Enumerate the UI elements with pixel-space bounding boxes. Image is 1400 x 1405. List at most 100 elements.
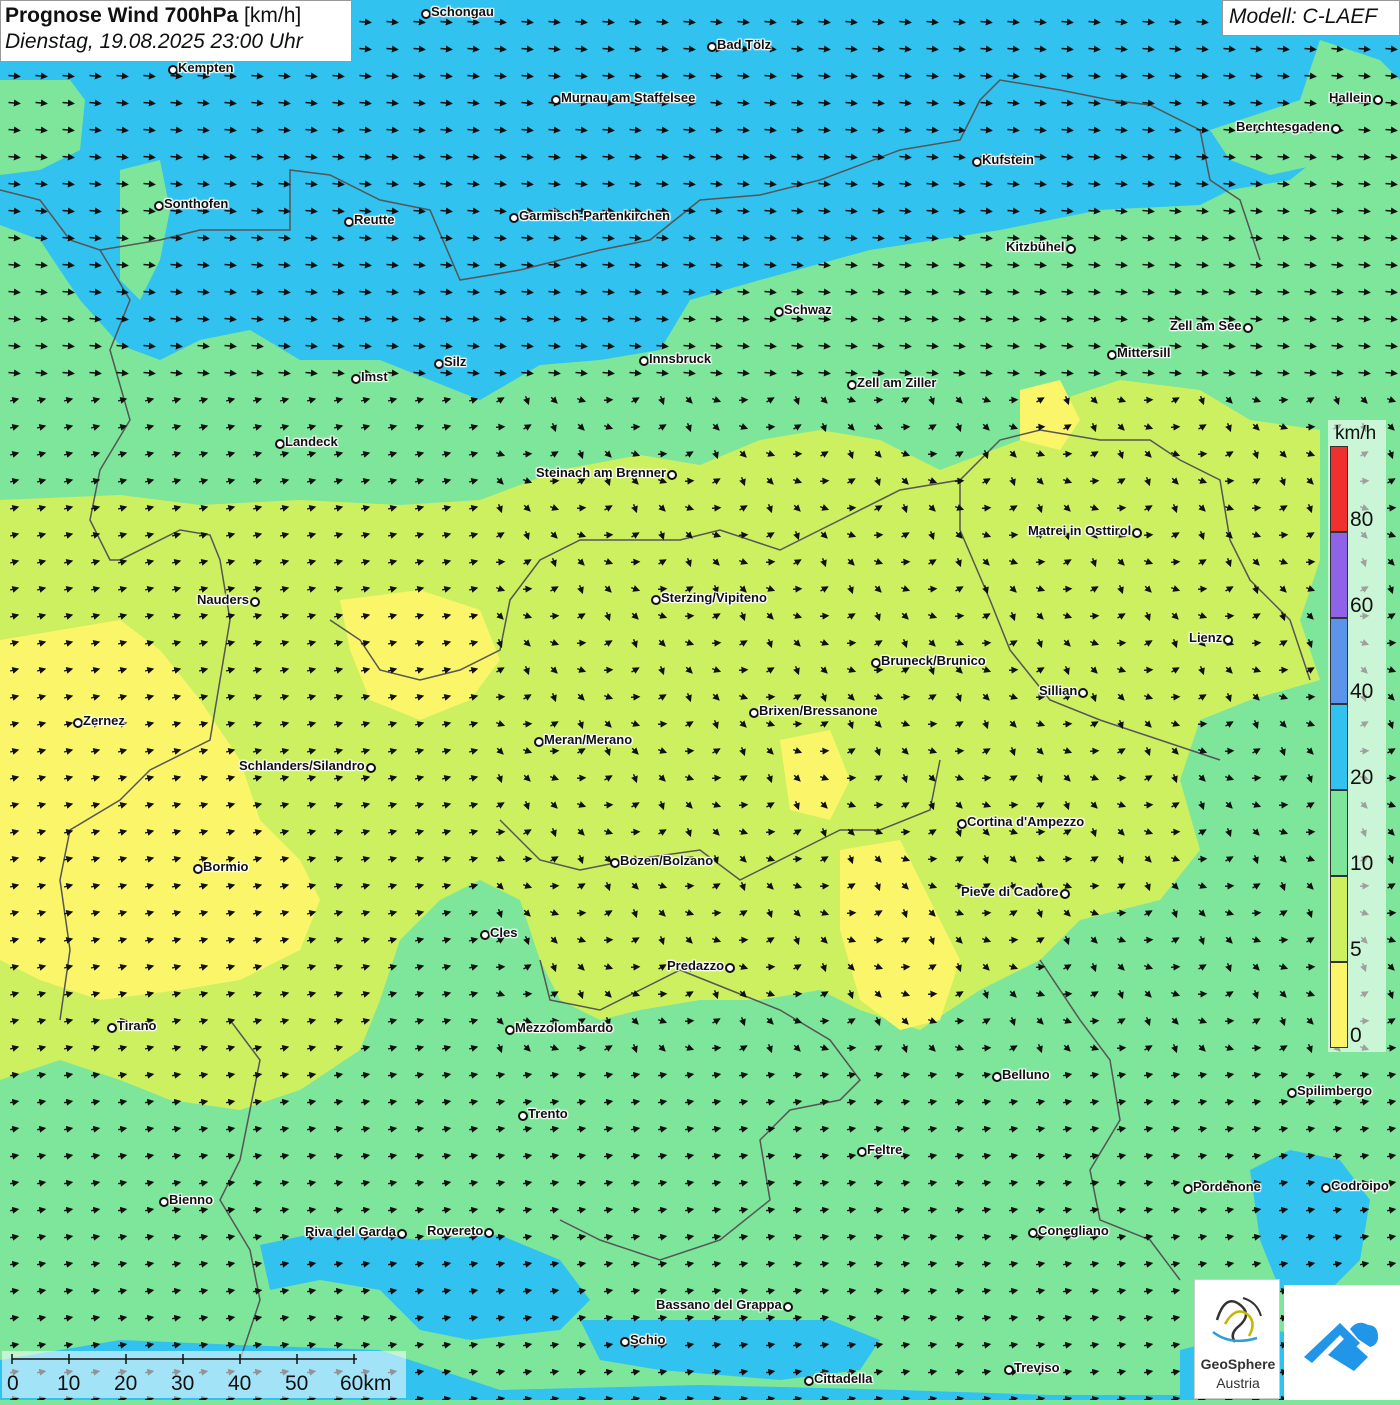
wind-arrow — [602, 342, 615, 350]
wind-arrow — [1142, 207, 1155, 215]
wind-arrow — [629, 369, 642, 377]
wind-arrow — [1061, 99, 1074, 107]
wind-arrow — [494, 72, 507, 80]
wind-arrow — [495, 693, 506, 701]
wind-arrow — [1169, 99, 1182, 107]
wind-arrow — [791, 99, 804, 107]
wind-arrow — [953, 261, 966, 269]
wind-arrow — [710, 234, 723, 242]
wind-arrow — [1115, 288, 1128, 296]
wind-arrow — [1035, 558, 1046, 566]
wind-arrow — [1223, 99, 1236, 107]
wind-arrow — [251, 207, 264, 215]
city-label: Reutte — [354, 212, 395, 227]
wind-arrow — [1115, 45, 1128, 53]
wind-arrow — [1358, 342, 1371, 350]
city-dot-icon — [1132, 528, 1142, 538]
city-label: Sonthofen — [164, 196, 229, 211]
wind-arrow — [710, 153, 723, 161]
wind-arrow — [1169, 288, 1182, 296]
legend-swatch — [1330, 876, 1348, 962]
wind-arrow — [1305, 693, 1316, 701]
wind-arrow — [332, 288, 345, 296]
wind-arrow — [494, 369, 507, 377]
wind-arrow — [359, 126, 372, 134]
wind-arrow — [1197, 450, 1208, 458]
wind-arrow — [1169, 72, 1182, 80]
city-label: Cortina d'Ampezzo — [967, 814, 1085, 829]
wind-arrow — [1278, 396, 1289, 404]
wind-arrow — [629, 45, 642, 53]
wind-arrow — [764, 288, 777, 296]
city-dot-icon — [505, 1025, 515, 1035]
wind-arrow — [872, 234, 885, 242]
wind-arrow — [278, 234, 291, 242]
wind-arrow — [278, 207, 291, 215]
wind-arrow — [521, 288, 534, 296]
wind-arrow — [953, 369, 966, 377]
wind-arrow — [1142, 72, 1155, 80]
wind-arrow — [143, 180, 156, 188]
wind-arrow — [872, 315, 885, 323]
city-label: Lienz — [1189, 630, 1223, 645]
wind-arrow — [980, 315, 993, 323]
wind-arrow — [548, 153, 561, 161]
wind-arrow — [1385, 342, 1398, 350]
wind-arrow — [62, 369, 75, 377]
wind-arrow — [818, 72, 831, 80]
wind-arrow — [603, 801, 614, 809]
wind-arrow — [522, 450, 533, 458]
scale-label: 40 — [228, 1372, 252, 1395]
city-label: Bozen/Bolzano — [620, 853, 714, 868]
wind-arrow — [1386, 504, 1397, 512]
wind-arrow — [1358, 180, 1371, 188]
wind-arrow — [845, 207, 858, 215]
wind-arrow — [602, 153, 615, 161]
wind-arrow — [738, 801, 749, 809]
wind-arrow — [1143, 666, 1154, 674]
wind-arrow — [1061, 18, 1074, 26]
wind-arrow — [738, 936, 749, 944]
wind-arrow — [1278, 801, 1289, 809]
wind-arrow — [791, 126, 804, 134]
wind-arrow — [1115, 234, 1128, 242]
wind-arrow — [1089, 882, 1100, 890]
wind-arrow — [1115, 180, 1128, 188]
wind-arrow — [683, 207, 696, 215]
wind-arrow — [1008, 801, 1019, 809]
wind-arrow — [1304, 45, 1317, 53]
wind-arrow — [1304, 153, 1317, 161]
wind-arrow — [954, 747, 965, 755]
wind-arrow — [1385, 234, 1398, 242]
city-label: Codroipo — [1331, 1178, 1389, 1193]
wind-arrow — [630, 558, 641, 566]
wind-arrow — [629, 72, 642, 80]
wind-arrow — [683, 288, 696, 296]
city-label: Sillian — [1039, 683, 1078, 698]
wind-arrow — [224, 126, 237, 134]
wind-arrow — [440, 45, 453, 53]
city-label: Schlanders/Silandro — [239, 758, 365, 773]
wind-arrow — [495, 828, 506, 836]
city-dot-icon — [534, 737, 544, 747]
wind-arrow — [1142, 261, 1155, 269]
wind-arrow — [1143, 531, 1154, 539]
wind-arrow — [927, 990, 938, 998]
wind-arrow — [818, 180, 831, 188]
wind-arrow — [116, 315, 129, 323]
wind-arrow — [791, 315, 804, 323]
wind-arrow — [251, 261, 264, 269]
wind-arrow — [8, 261, 21, 269]
wind-arrow — [440, 315, 453, 323]
wind-arrow — [602, 234, 615, 242]
wind-arrow — [575, 315, 588, 323]
wind-arrow — [1358, 261, 1371, 269]
wind-arrow — [359, 234, 372, 242]
wind-arrow — [576, 1044, 587, 1052]
wind-arrow — [1277, 261, 1290, 269]
wind-arrow — [656, 288, 669, 296]
wind-arrow — [494, 288, 507, 296]
wind-arrow — [143, 288, 156, 296]
wind-arrow — [1358, 45, 1371, 53]
city-dot-icon — [1078, 688, 1088, 698]
